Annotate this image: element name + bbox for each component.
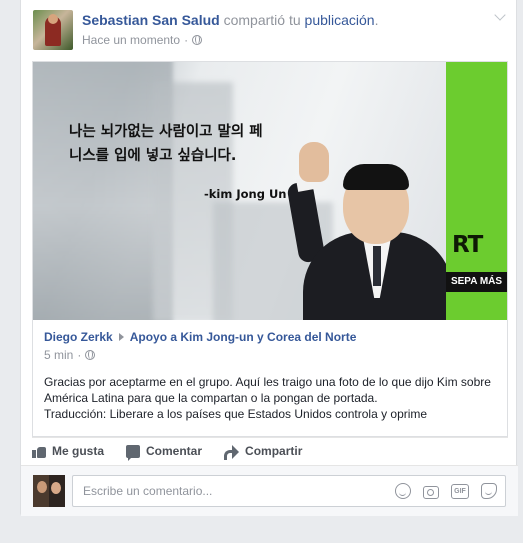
shared-timestamp[interactable]: 5 min (44, 348, 73, 362)
like-button[interactable]: Me gusta (32, 444, 104, 458)
header-period: . (374, 12, 379, 28)
shared-origin: Diego Zerkk Apoyo a Kim Jong-un y Corea d… (44, 330, 356, 344)
text-line-3: Traducción: Liberare a los países que Es… (44, 407, 428, 421)
triangle-right-icon (118, 333, 124, 341)
sticker-icon[interactable] (481, 483, 497, 499)
shared-photo[interactable]: 나는 뇌가없는 사람이고 말의 페 니스를 입에 넣고 싶습니다. -kim J… (33, 62, 507, 320)
comment-button[interactable]: Comentar (126, 444, 203, 461)
share-button[interactable]: Compartir (224, 444, 303, 460)
comment-label: Comentar (146, 444, 203, 458)
shared-post-info: Diego Zerkk Apoyo a Kim Jong-un y Corea d… (33, 320, 507, 436)
share-arrow-icon (224, 445, 240, 460)
action-bar: Me gusta Comentar Compartir (32, 437, 508, 464)
author-name-link[interactable]: Sebastian San Salud (82, 12, 220, 28)
share-label: Compartir (245, 444, 303, 458)
camera-icon[interactable] (423, 485, 439, 499)
shared-meta-separator: · (77, 348, 82, 362)
text-line-2: América Latina para que la compartan o l… (44, 391, 378, 405)
chevron-down-icon[interactable] (492, 10, 508, 24)
photo-quote: 나는 뇌가없는 사람이고 말의 페 니스를 입에 넣고 싶습니다. (69, 120, 309, 168)
speech-bubble-icon (126, 444, 141, 461)
quote-line-2: 니스를 입에 넣고 싶습니다. (69, 148, 237, 164)
globe-icon[interactable] (192, 35, 203, 45)
like-label: Me gusta (52, 444, 105, 458)
rt-logo: RT (452, 232, 483, 258)
sepa-mas-label: SEPA MÁS (446, 272, 507, 292)
gif-icon[interactable]: GIF (451, 483, 469, 499)
group-link[interactable]: Apoyo a Kim Jong-un y Corea del Norte (130, 330, 357, 344)
quote-line-1: 나는 뇌가없는 사람이고 말의 페 (69, 124, 263, 140)
post-card: Sebastian San Salud compartió tu publica… (20, 0, 518, 516)
globe-icon[interactable] (85, 350, 96, 360)
meta-separator: · (184, 33, 189, 47)
share-verb: compartió tu (223, 12, 301, 28)
comment-tools: GIF (395, 483, 497, 499)
shared-post-text: Gracias por aceptarme en el grupo. Aquí … (44, 374, 499, 422)
waving-hand (299, 142, 329, 182)
quote-attribution: -kim Jong Un (204, 187, 287, 201)
shared-post[interactable]: 나는 뇌가없는 사람이고 말의 페 니스를 입에 넣고 싶습니다. -kim J… (32, 61, 508, 437)
original-author-link[interactable]: Diego Zerkk (44, 330, 113, 344)
viewer-avatar[interactable] (33, 475, 65, 507)
post-timestamp[interactable]: Hace un momento (82, 33, 180, 47)
author-avatar[interactable] (33, 10, 73, 50)
comment-composer: Escribe un comentario... GIF (21, 465, 518, 516)
hair (343, 164, 409, 190)
avatar-face (48, 14, 58, 24)
thumbs-up-icon (32, 445, 46, 458)
text-line-1: Gracias por aceptarme en el grupo. Aquí … (44, 375, 491, 389)
shared-meta: 5 min · (44, 348, 96, 362)
tie (373, 246, 381, 286)
waving-person (286, 142, 453, 320)
publication-link[interactable]: publicación (305, 12, 375, 28)
rt-badge-panel: RT SEPA MÁS (446, 62, 507, 320)
emoji-icon[interactable] (395, 483, 411, 499)
background-building (33, 62, 173, 320)
post-header: Sebastian San Salud compartió tu publica… (82, 12, 379, 28)
post-meta: Hace un momento · (82, 33, 203, 47)
